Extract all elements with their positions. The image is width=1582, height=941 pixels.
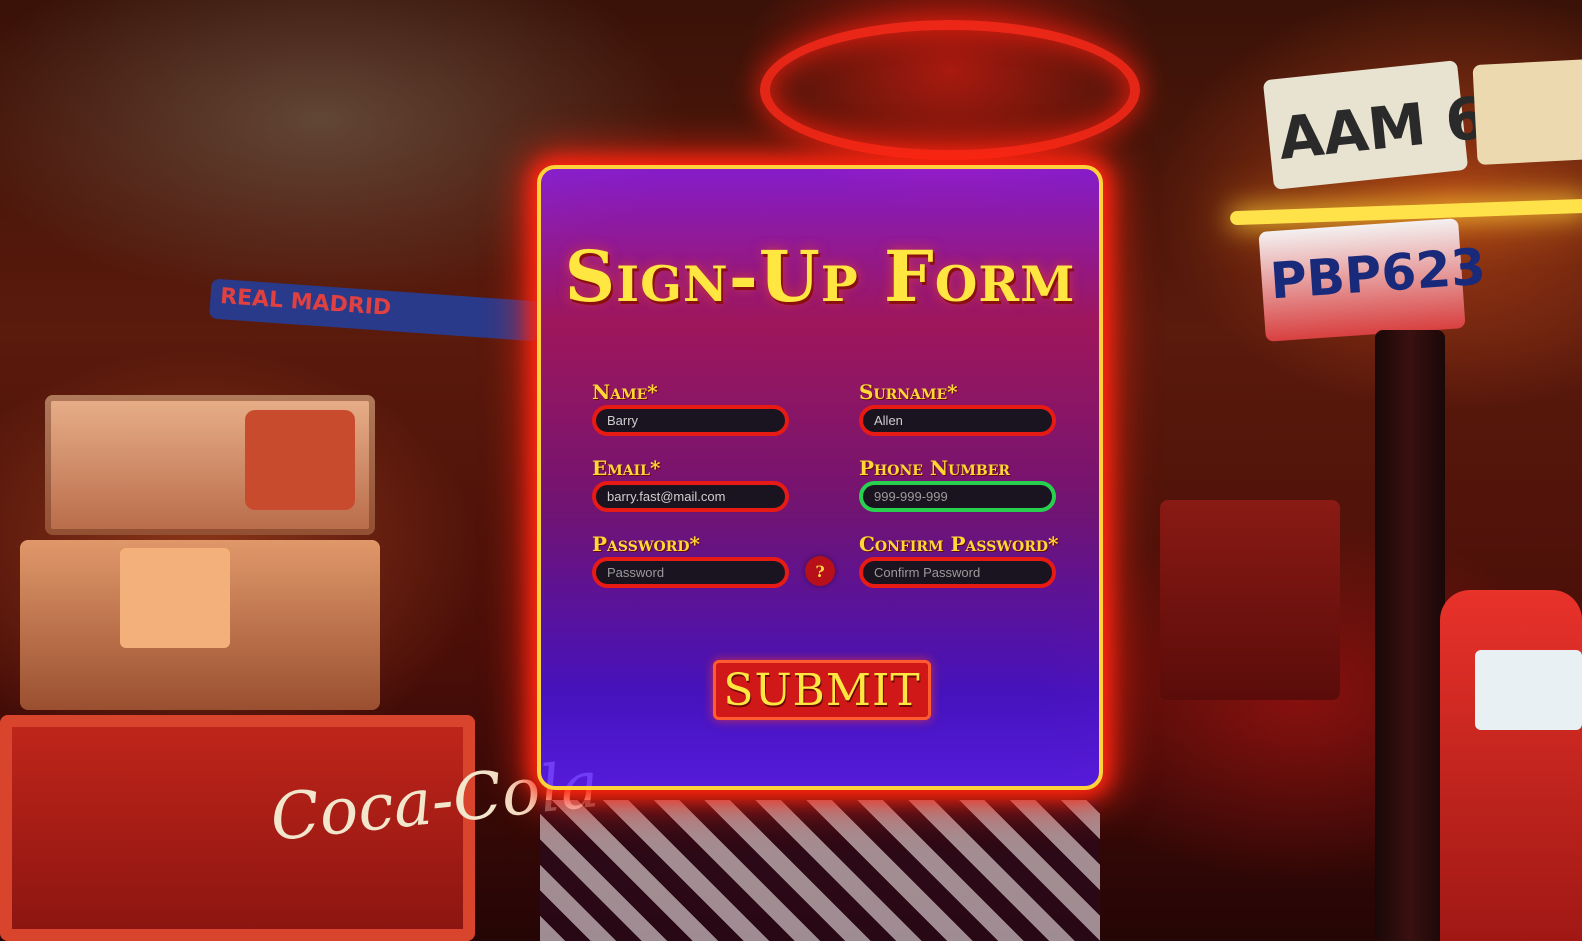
gas-pump (1440, 590, 1582, 941)
confirm-password-label: Confirm Password* (859, 532, 1059, 556)
submit-button[interactable]: SUBMIT (713, 660, 931, 720)
password-help-button[interactable]: ? (805, 556, 835, 586)
ceiling-neon-ring (760, 20, 1140, 160)
email-label: Email* (592, 456, 661, 480)
phone-label: Phone Number (859, 456, 1011, 480)
email-input[interactable] (592, 481, 789, 512)
confirm-password-field-group: Confirm Password* (859, 532, 1059, 588)
password-input[interactable] (592, 557, 789, 588)
surname-label: Surname* (859, 380, 958, 404)
surname-field-group: Surname* (859, 380, 1059, 436)
email-field-group: Email* (592, 456, 792, 512)
name-input[interactable] (592, 405, 789, 436)
red-booth (1160, 500, 1340, 700)
phone-input[interactable] (859, 481, 1056, 512)
checkered-floor (540, 800, 1100, 941)
signup-form-card: Sign-Up Form Name* Surname* Email* Phone… (537, 165, 1103, 790)
phone-field-group: Phone Number (859, 456, 1059, 512)
password-label: Password* (592, 532, 700, 556)
radio-tuner-face (120, 548, 230, 648)
surname-input[interactable] (859, 405, 1056, 436)
radio-clock-dial (245, 410, 355, 510)
form-title: Sign-Up Form (564, 235, 1076, 318)
gas-pump-face (1475, 650, 1582, 730)
license-plate-3 (1472, 58, 1582, 166)
name-field-group: Name* (592, 380, 792, 436)
confirm-password-input[interactable] (859, 557, 1056, 588)
name-label: Name* (592, 380, 658, 404)
support-pillar (1375, 330, 1445, 941)
password-field-group: Password* (592, 532, 792, 588)
